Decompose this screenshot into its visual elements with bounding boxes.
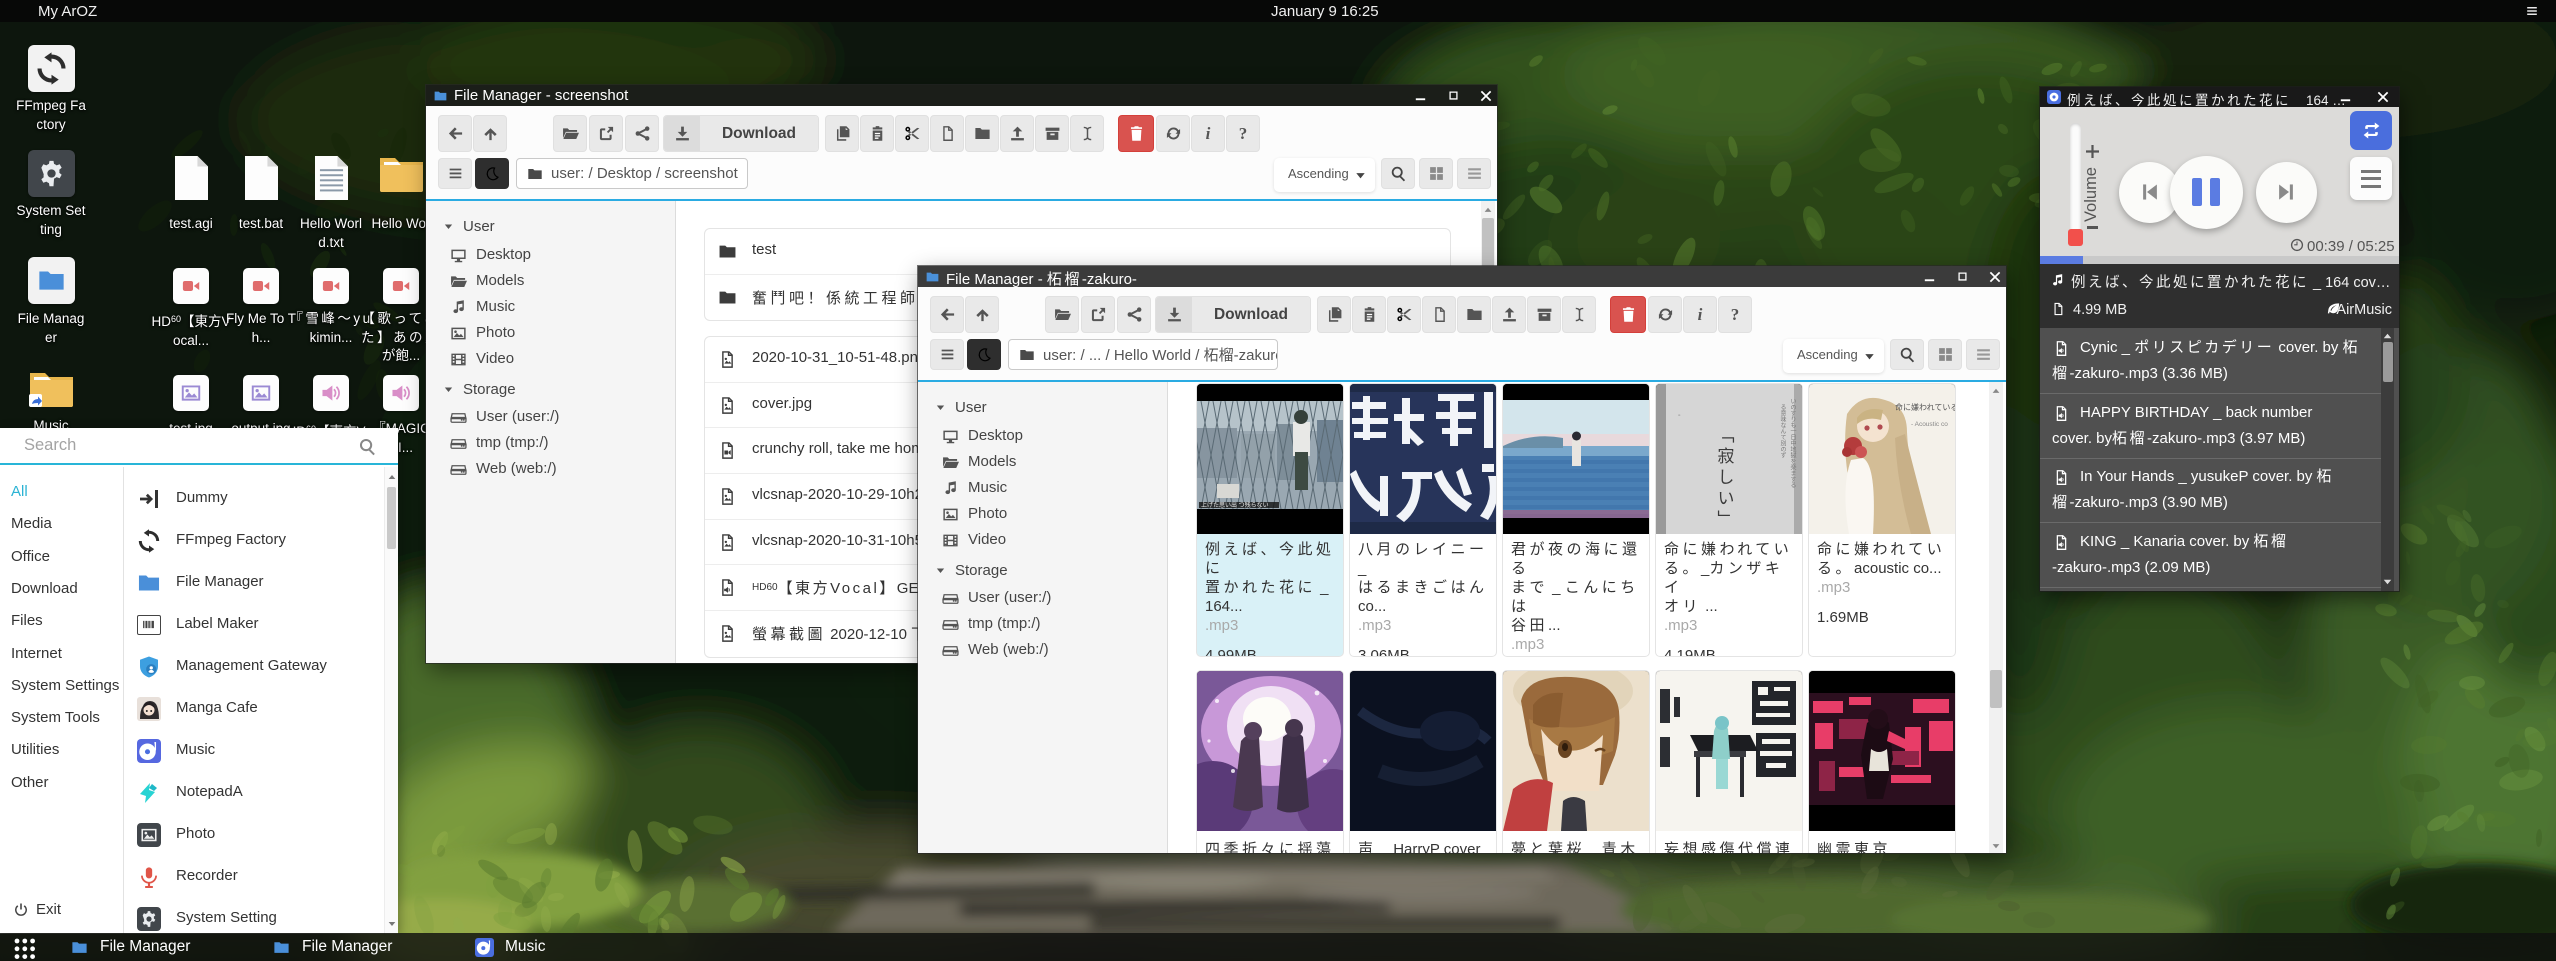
svg-text:る意味なんて別のず: る意味なんて別のず <box>1779 404 1786 459</box>
svg-text:。: 。 <box>1673 414 1679 420</box>
svg-text:いのすりも一日中地獄を楽まする: いのすりも一日中地獄を楽まする <box>1789 398 1796 488</box>
svg-text:命に嫌われている。: 命に嫌われている。 <box>1895 402 1955 412</box>
svg-text:- Acoustic co: - Acoustic co <box>1911 421 1948 428</box>
svg-text:「寂しい」: 「寂しい」 <box>1715 426 1735 531</box>
svg-text:上げた思い出 つ残らない: 上げた思い出 つ残らない <box>1201 501 1269 509</box>
